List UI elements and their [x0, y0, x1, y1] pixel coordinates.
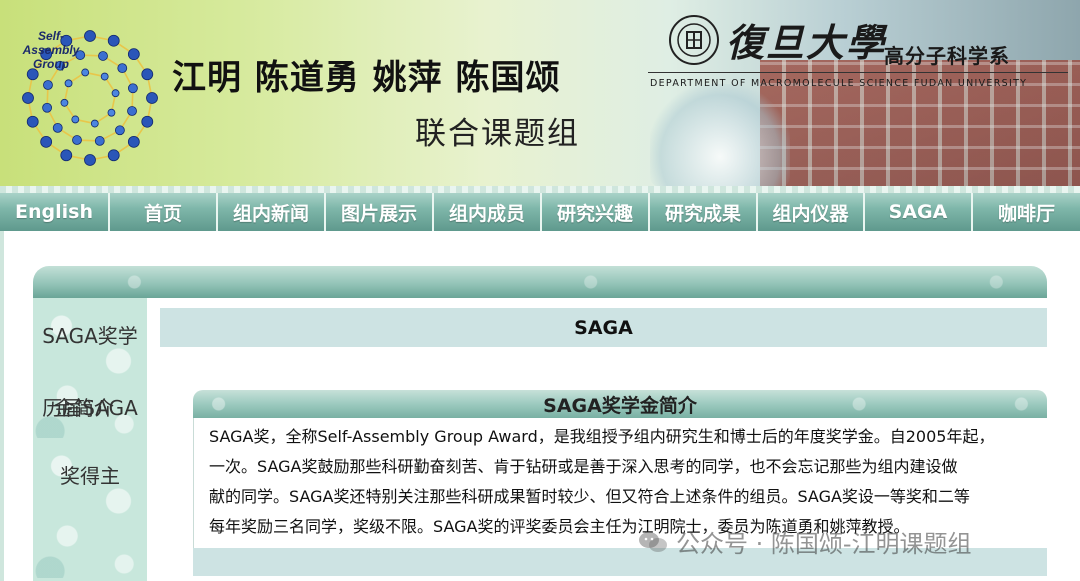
- paragraph-line: 献的同学。SAGA奖还特别关注那些科研成果暂时较少、但又符合上述条件的组员。SA…: [209, 487, 970, 506]
- sidebar-item-saga-scholarship[interactable]: SAGA奖学: [33, 320, 147, 349]
- page-title: SAGA: [160, 308, 1047, 347]
- page-left-border: [0, 231, 4, 581]
- sidebar-item-saga-history[interactable]: 历届SAGA 金简介: [33, 392, 147, 420]
- department-name: 高分子科学系: [884, 44, 1010, 68]
- nav-item-members[interactable]: 组内成员: [434, 193, 542, 231]
- site-banner: Self- Assembly Group 江明 陈道勇 姚萍 陈国颂 联合课题组…: [0, 0, 1080, 188]
- banner-divider: [648, 72, 1068, 73]
- section-title: SAGA奖学金简介: [543, 394, 697, 417]
- wechat-watermark: 公众号 · 陈国颂-江明课题组: [638, 524, 972, 559]
- nav-item-english[interactable]: English: [0, 193, 110, 231]
- logo-text: Self- Assembly Group: [22, 29, 80, 71]
- banner-group-leaders: 江明 陈道勇 姚萍 陈国颂: [172, 58, 561, 98]
- fudan-university-name: 復旦大學: [726, 20, 887, 65]
- nav-item-home[interactable]: 首页: [110, 193, 218, 231]
- nav-item-cafe[interactable]: 咖啡厅: [973, 193, 1080, 231]
- paragraph-line: 一次。SAGA奖鼓励那些科研勤奋刻苦、肯于钻研或是善于深入思考的同学，也不会忘记…: [209, 457, 958, 476]
- page-root: Self- Assembly Group 江明 陈道勇 姚萍 陈国颂 联合课题组…: [0, 0, 1080, 581]
- sidebar-item-winners[interactable]: 奖得主: [33, 460, 147, 489]
- section-header: SAGA奖学金简介: [193, 390, 1047, 418]
- nav-item-saga[interactable]: SAGA: [865, 193, 973, 231]
- nav-item-instruments[interactable]: 组内仪器: [758, 193, 865, 231]
- department-name-english: DEPARTMENT OF MACROMOLECULE SCIENCE FUDA…: [650, 78, 1028, 89]
- fudan-seal-icon: [669, 15, 719, 65]
- watermark-text: 公众号 · 陈国颂-江明课题组: [676, 530, 972, 558]
- sidebar: SAGA奖学 历届SAGA 金简介 奖得主: [33, 298, 147, 581]
- content-frame-top: [33, 266, 1047, 298]
- nav-item-research-interests[interactable]: 研究兴趣: [542, 193, 650, 231]
- paragraph-line: SAGA奖，全称Self-Assembly Group Award，是我组授予组…: [209, 427, 995, 446]
- nav-item-research-results[interactable]: 研究成果: [650, 193, 758, 231]
- banner-group-label: 联合课题组: [415, 116, 580, 152]
- sidebar-item-intro-label: 金简介: [54, 396, 114, 420]
- main-nav: English 首页 组内新闻 图片展示 组内成员 研究兴趣 研究成果 组内仪器…: [0, 193, 1080, 231]
- banner-flask-photo: [650, 84, 790, 188]
- wechat-icon: [639, 531, 667, 552]
- nav-item-news[interactable]: 组内新闻: [218, 193, 326, 231]
- nav-item-gallery[interactable]: 图片展示: [326, 193, 434, 231]
